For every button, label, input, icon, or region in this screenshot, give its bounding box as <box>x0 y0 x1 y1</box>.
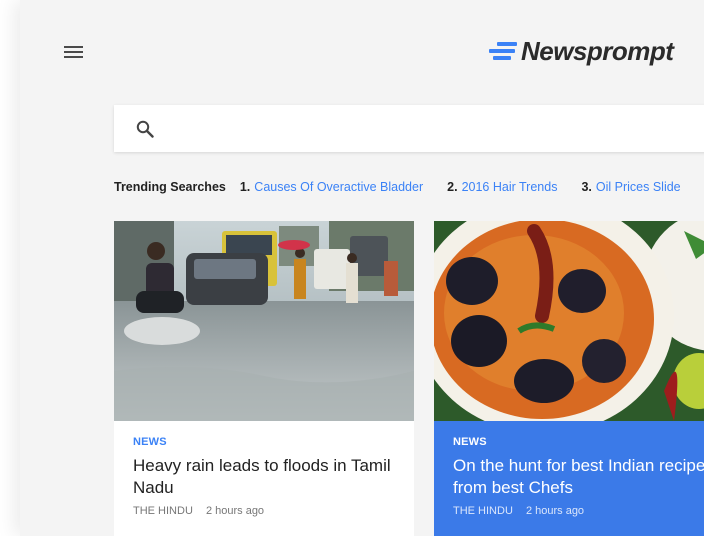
trending-item-number: 3. <box>581 180 592 194</box>
hamburger-menu-icon[interactable] <box>64 44 84 60</box>
logo[interactable]: Newsprompt <box>487 34 674 68</box>
news-card[interactable]: NEWS Heavy rain leads to floods in Tamil… <box>114 221 414 536</box>
card-source: THE HINDU <box>133 505 193 517</box>
speed-lines-logo-icon <box>489 42 517 60</box>
indian-curry-dish-photo <box>434 221 704 421</box>
trending-item: 3. Oil Prices Slide <box>581 180 680 194</box>
news-card-highlighted[interactable]: NEWS On the hunt for best Indian recipes… <box>434 221 704 536</box>
trending-item-number: 1. <box>239 180 251 194</box>
card-meta: THE HINDU 2 hours ago <box>453 505 704 517</box>
trending-link[interactable]: 2016 Hair Trends <box>462 180 558 194</box>
trending-link[interactable]: Oil Prices Slide <box>596 180 681 194</box>
card-category: NEWS <box>453 436 487 448</box>
trending-item: 1. Causes Of Overactive Bladder <box>240 180 423 194</box>
trending-item-number: 2. <box>447 180 458 194</box>
card-time: 2 hours ago <box>525 505 585 517</box>
card-body: NEWS On the hunt for best Indian recipes… <box>434 421 704 517</box>
logo-text: Newsprompt <box>521 35 674 66</box>
menu-bar <box>64 51 83 53</box>
search-bar[interactable] <box>114 105 704 152</box>
card-title[interactable]: On the hunt for best Indian recipes from… <box>453 455 704 499</box>
card-source: THE HINDU <box>453 505 513 517</box>
search-input[interactable] <box>166 105 704 152</box>
trending-link[interactable]: Causes Of Overactive Bladder <box>254 180 423 194</box>
trending-searches: Trending Searches 1. Causes Of Overactive… <box>114 180 704 194</box>
search-icon[interactable] <box>136 120 154 138</box>
card-meta: THE HINDU 2 hours ago <box>133 505 395 517</box>
menu-bar <box>64 46 83 48</box>
card-title[interactable]: Heavy rain leads to floods in Tamil Nadu <box>133 455 395 499</box>
card-body: NEWS Heavy rain leads to floods in Tamil… <box>114 421 414 517</box>
menu-bar <box>64 56 83 58</box>
trending-item: 2. 2016 Hair Trends <box>447 180 557 194</box>
card-time: 2 hours ago <box>205 505 265 517</box>
flooded-street-photo <box>114 221 414 421</box>
app-window: Newsprompt Trending Searches 1. Causes Of… <box>20 0 704 536</box>
trending-label: Trending Searches <box>114 180 226 194</box>
card-category: NEWS <box>133 436 167 448</box>
